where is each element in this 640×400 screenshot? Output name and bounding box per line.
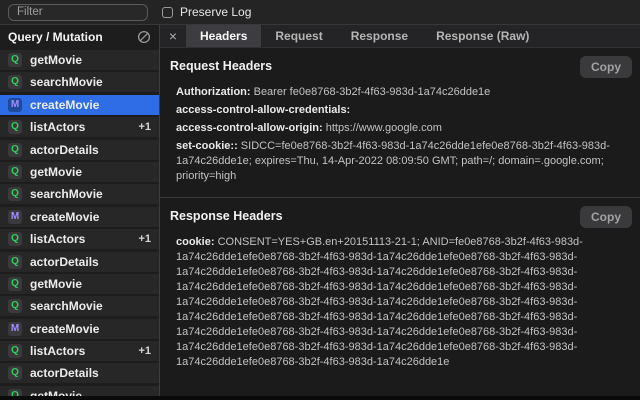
operation-name: actorDetails xyxy=(30,143,99,157)
sidebar-header: Query / Mutation xyxy=(0,25,159,48)
tab-bar: × HeadersRequestResponseResponse (Raw) xyxy=(160,25,640,48)
header-line: cookie: CONSENT=YES+GB.en+20151113-21-1;… xyxy=(176,235,626,370)
header-line: access-control-allow-origin: https://www… xyxy=(176,121,626,136)
header-name: set-cookie:: xyxy=(176,140,238,152)
tab-response[interactable]: Response xyxy=(337,25,422,47)
operation-name: searchMovie xyxy=(30,299,103,313)
copy-response-headers-button[interactable]: Copy xyxy=(580,206,632,228)
request-list: QgetMovieQsearchMovieMcreateMovieQlistAc… xyxy=(0,48,159,400)
header-name: Authorization: xyxy=(176,86,251,98)
list-item-searchMovie[interactable]: QsearchMovie xyxy=(0,296,159,316)
request-headers-title: Request Headers xyxy=(170,56,272,73)
query-badge: Q xyxy=(8,299,22,313)
list-item-actorDetails[interactable]: QactorDetails xyxy=(0,252,159,272)
header-line: access-control-allow-credentials: xyxy=(176,103,626,118)
query-badge: Q xyxy=(8,366,22,380)
list-item-createMovie[interactable]: McreateMovie xyxy=(0,319,159,339)
query-badge: Q xyxy=(8,187,22,201)
query-badge: Q xyxy=(8,165,22,179)
query-badge: Q xyxy=(8,277,22,291)
query-badge: Q xyxy=(8,143,22,157)
query-badge: Q xyxy=(8,53,22,67)
preserve-log-checkbox[interactable] xyxy=(162,7,173,18)
query-badge: Q xyxy=(8,344,22,358)
operation-name: createMovie xyxy=(30,210,99,224)
response-headers-entries: cookie: CONSENT=YES+GB.en+20151113-21-1;… xyxy=(170,235,632,370)
tab-response-raw[interactable]: Response (Raw) xyxy=(422,25,543,47)
list-item-listActors[interactable]: QlistActors +1 xyxy=(0,341,159,361)
list-item-listActors[interactable]: QlistActors +1 xyxy=(0,229,159,249)
operation-name: searchMovie xyxy=(30,75,103,89)
filter-input[interactable] xyxy=(8,4,148,21)
header-line: Authorization: Bearer fe0e8768-3b2f-4f63… xyxy=(176,85,626,100)
tab-headers[interactable]: Headers xyxy=(186,25,261,47)
toolbar: Preserve Log xyxy=(0,0,640,25)
header-line: set-cookie:: SIDCC=fe0e8768-3b2f-4f63-98… xyxy=(176,139,626,184)
list-item-actorDetails[interactable]: QactorDetails xyxy=(0,363,159,383)
list-item-searchMovie[interactable]: QsearchMovie xyxy=(0,72,159,92)
preserve-log-label: Preserve Log xyxy=(180,5,251,19)
tab-request[interactable]: Request xyxy=(261,25,336,47)
headers-panel: Request Headers Copy Authorization: Bear… xyxy=(160,48,640,400)
list-item-createMovie[interactable]: McreateMovie xyxy=(0,207,159,227)
operation-name: getMovie xyxy=(30,277,82,291)
response-headers-section: Response Headers Copy cookie: CONSENT=YE… xyxy=(160,198,640,383)
operation-name: createMovie xyxy=(30,322,99,336)
request-headers-entries: Authorization: Bearer fe0e8768-3b2f-4f63… xyxy=(170,85,632,184)
list-item-searchMovie[interactable]: QsearchMovie xyxy=(0,184,159,204)
list-item-getMovie[interactable]: QgetMovie xyxy=(0,162,159,182)
operation-name: getMovie xyxy=(30,165,82,179)
header-name: cookie: xyxy=(176,236,215,248)
circle-slash-icon[interactable] xyxy=(137,30,151,44)
query-badge: Q xyxy=(8,120,22,134)
content-panel: × HeadersRequestResponseResponse (Raw) R… xyxy=(160,25,640,400)
operation-name: listActors xyxy=(30,344,85,358)
sidebar: Query / Mutation QgetMovieQsearchMovieMc… xyxy=(0,25,160,400)
close-icon[interactable]: × xyxy=(160,25,186,47)
mutation-badge: M xyxy=(8,98,22,112)
sidebar-title: Query / Mutation xyxy=(8,30,103,44)
header-name: access-control-allow-credentials: xyxy=(176,104,350,116)
response-headers-title: Response Headers xyxy=(170,206,283,223)
mutation-badge: M xyxy=(8,210,22,224)
query-badge: Q xyxy=(8,255,22,269)
request-headers-section: Request Headers Copy Authorization: Bear… xyxy=(160,48,640,198)
mutation-badge: M xyxy=(8,322,22,336)
list-item-actorDetails[interactable]: QactorDetails xyxy=(0,140,159,160)
operation-name: listActors xyxy=(30,232,85,246)
batch-count: +1 xyxy=(138,121,151,133)
operation-name: actorDetails xyxy=(30,255,99,269)
batch-count: +1 xyxy=(138,233,151,245)
list-item-createMovie[interactable]: McreateMovie xyxy=(0,95,159,115)
operation-name: searchMovie xyxy=(30,187,103,201)
main-layout: Query / Mutation QgetMovieQsearchMovieMc… xyxy=(0,25,640,400)
list-item-listActors[interactable]: QlistActors +1 xyxy=(0,117,159,137)
copy-request-headers-button[interactable]: Copy xyxy=(580,56,632,78)
list-item-getMovie[interactable]: QgetMovie xyxy=(0,50,159,70)
list-item-getMovie[interactable]: QgetMovie xyxy=(0,274,159,294)
operation-name: getMovie xyxy=(30,53,82,67)
operation-name: actorDetails xyxy=(30,366,99,380)
header-name: access-control-allow-origin: xyxy=(176,122,323,134)
batch-count: +1 xyxy=(138,345,151,357)
window-bottom-edge xyxy=(0,396,640,400)
operation-name: createMovie xyxy=(30,98,99,112)
query-badge: Q xyxy=(8,232,22,246)
query-badge: Q xyxy=(8,75,22,89)
operation-name: listActors xyxy=(30,120,85,134)
